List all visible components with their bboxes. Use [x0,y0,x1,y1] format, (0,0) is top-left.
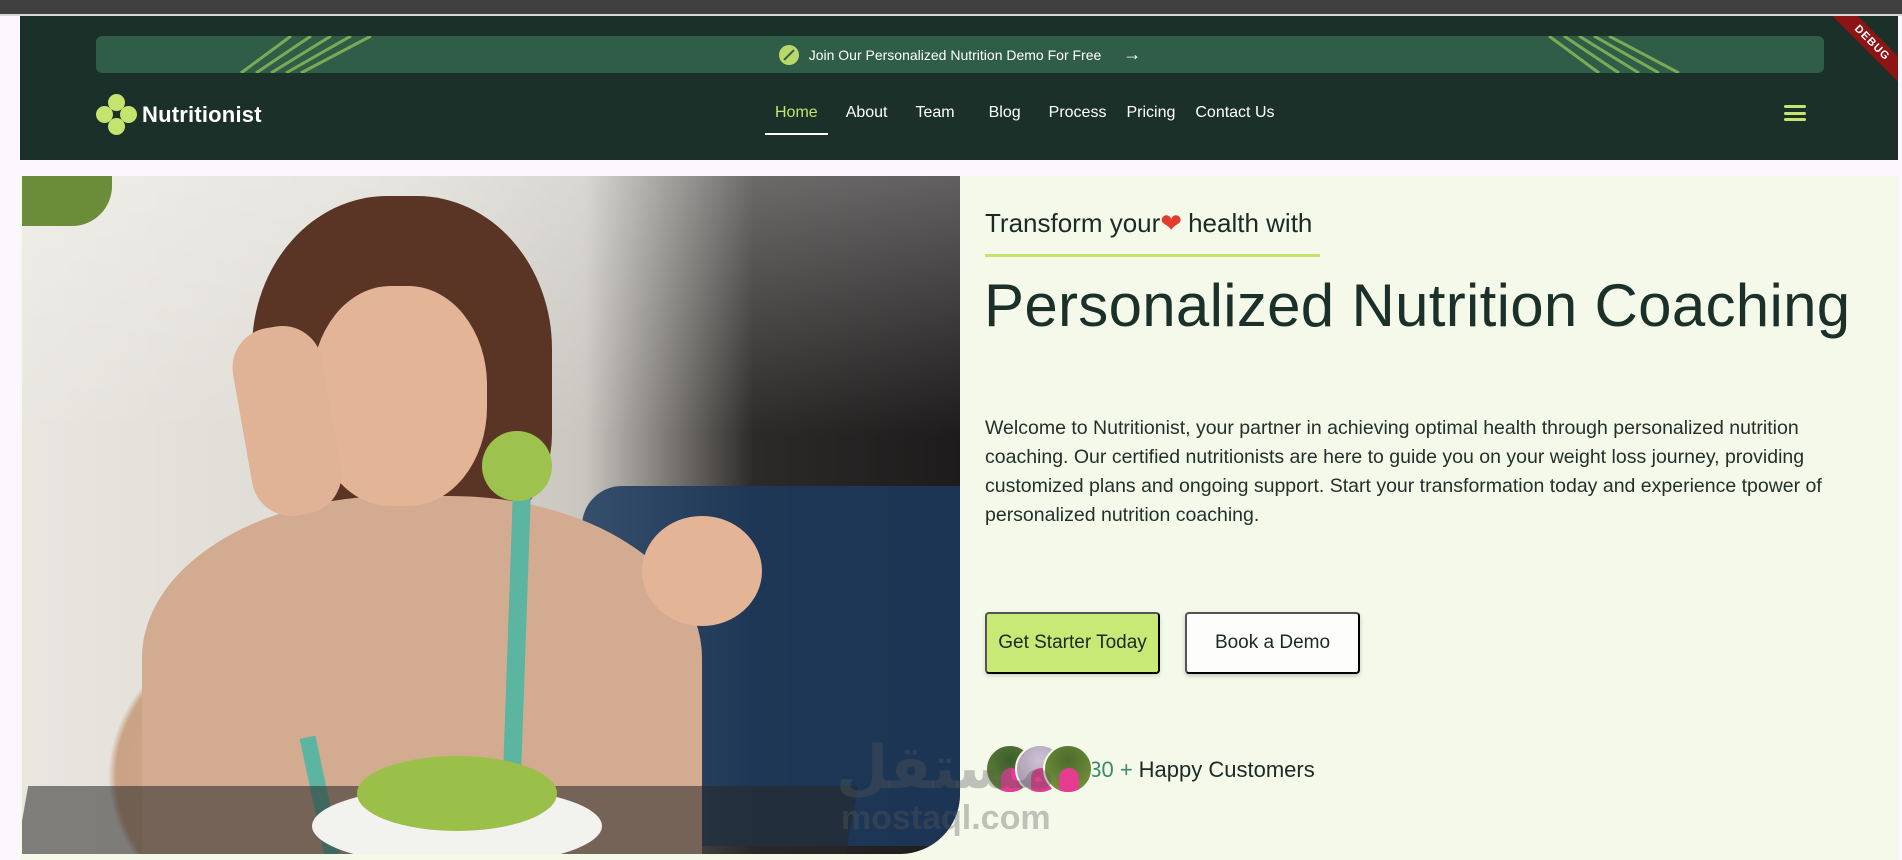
book-demo-button[interactable]: Book a Demo [1185,612,1360,674]
debug-banner: DEBUG [1823,16,1898,92]
nav-item-team[interactable]: Team [906,102,965,138]
announcement-bar[interactable]: Join Our Personalized Nutrition Demo For… [96,36,1824,73]
nav-item-blog[interactable]: Blog [979,102,1031,138]
watermark-latin: mostaql.com [840,799,1051,837]
nav-item-home[interactable]: Home [765,102,828,138]
brand-logo[interactable]: Nutritionist [96,94,262,136]
nav-item-process[interactable]: Process [1039,102,1117,138]
brand-name: Nutritionist [142,102,262,127]
get-started-button[interactable]: Get Starter Today [985,612,1160,674]
customers-label: Happy Customers [1138,757,1315,782]
hero-headline: Personalized Nutrition Coaching [984,272,1851,339]
nav-item-about[interactable]: About [836,102,898,138]
site-header: DEBUG Join Our Personalized Nutrition De… [20,16,1898,160]
watermark-arabic: مستقل [836,734,1056,801]
browser-chrome-bar [0,0,1902,16]
announcement-content[interactable]: Join Our Personalized Nutrition Demo For… [778,44,1141,65]
tagline-before: Transform your [985,208,1161,238]
hero-tagline: Transform your ❤ health with [985,208,1312,239]
decorative-stripes-right-icon [1548,36,1680,73]
hero-description: Welcome to Nutritionist, your partner in… [985,417,1822,526]
watermark: مستقل mostaql.com [836,734,1056,837]
announcement-text[interactable]: Join Our Personalized Nutrition Demo For… [809,47,1102,63]
hero-image [22,176,960,854]
nav-item-pricing[interactable]: Pricing [1116,102,1185,138]
leaf-badge-icon [778,44,799,65]
nav-item-contact[interactable]: Contact Us [1185,102,1284,138]
tagline-underline [985,254,1320,257]
menu-hamburger-icon[interactable] [1784,105,1806,121]
heart-icon: ❤ [1160,208,1183,238]
tagline-after: health with [1188,208,1313,238]
main-nav: Home About Team Blog Process Pricing Con… [765,102,1285,138]
clover-logo-icon [96,94,138,136]
decorative-stripes-left-icon [240,36,372,73]
arrow-right-icon[interactable]: → [1123,44,1141,65]
